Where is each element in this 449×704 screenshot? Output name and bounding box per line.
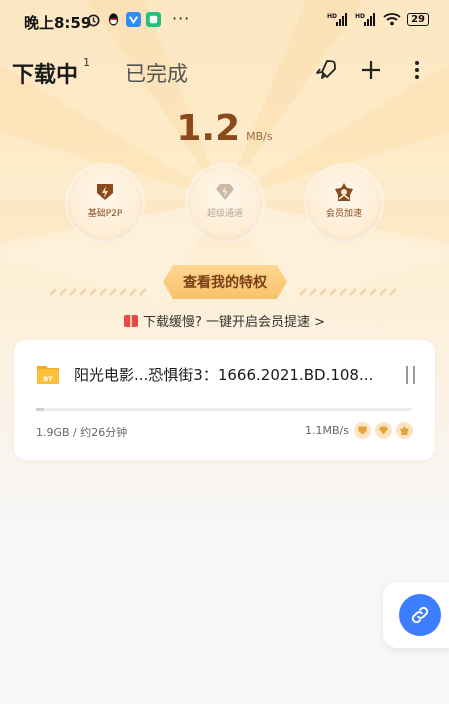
vip-promo-link[interactable]: 下载缓慢? 一键开启会员提速 > — [0, 311, 449, 330]
pause-button[interactable] — [400, 366, 420, 386]
file-size-eta: 1.9GB / 约26分钟 — [36, 426, 128, 439]
bt-file-icon: BT — [37, 366, 59, 384]
vip-accelerate-icon — [396, 422, 413, 439]
super-channel-icon — [216, 184, 234, 200]
bt-badge: BT — [43, 375, 53, 383]
file-name: 阳光电影...恐惧街3：1666.2021.BD.108.... — [74, 366, 374, 384]
app-green-icon — [146, 12, 161, 27]
p2p-bolt-icon — [354, 422, 371, 439]
progress-fill — [36, 408, 44, 411]
view-privileges-label: 查看我的特权 — [183, 275, 267, 291]
download-item[interactable]: BT 阳光电影...恐惧街3：1666.2021.BD.108.... 1.9G… — [14, 340, 435, 460]
link-icon — [411, 606, 429, 624]
feature-vip-accelerate[interactable]: 会员加速 — [304, 163, 384, 243]
svg-text:HD: HD — [355, 13, 365, 20]
app-blue-icon — [126, 12, 141, 27]
status-bar: 晚上8:59 ··· HD HD 29 — [0, 0, 449, 40]
download-speed: 1.2 MB/s — [0, 108, 449, 149]
signal-icon: HD — [355, 13, 376, 26]
speed-value: 1.2 — [176, 108, 241, 149]
acceleration-badges — [354, 422, 413, 439]
qq-icon — [108, 13, 119, 26]
feature-super-channel[interactable]: 超级通道 — [185, 163, 265, 243]
notification-icons — [86, 12, 161, 27]
battery-icon: 29 — [407, 12, 429, 26]
gift-icon — [123, 315, 138, 327]
wifi-icon — [383, 13, 401, 26]
feature-basic-p2p[interactable]: 基础P2P — [65, 163, 145, 243]
speed-unit: MB/s — [246, 130, 273, 143]
more-icon — [415, 61, 419, 79]
system-icons: HD HD 29 — [327, 12, 429, 26]
rocket-icon — [316, 60, 336, 79]
feature-label: 超级通道 — [206, 209, 243, 219]
alarm-icon — [87, 14, 100, 27]
vip-accelerate-icon — [335, 183, 353, 201]
rocket-button[interactable] — [311, 56, 339, 84]
progress-bar — [36, 408, 412, 411]
tab-downloading[interactable]: 下载中 — [12, 57, 78, 89]
super-channel-icon — [375, 422, 392, 439]
tab-downloading-count: 1 — [83, 56, 90, 69]
floating-link-panel — [383, 582, 449, 648]
file-speed: 1.1MB/s — [305, 424, 349, 437]
vip-promo-text: 下载缓慢? 一键开启会员提速 > — [142, 315, 326, 330]
signal-icon: HD — [327, 13, 348, 26]
add-link-button[interactable] — [399, 594, 441, 636]
svg-text:HD: HD — [327, 13, 337, 20]
tab-completed[interactable]: 已完成 — [125, 58, 188, 88]
status-overflow: ··· — [172, 9, 191, 28]
status-time: 晚上8:59 — [24, 14, 92, 32]
add-button[interactable] — [357, 56, 385, 84]
plus-icon — [362, 61, 380, 79]
feature-label: 基础P2P — [87, 209, 123, 219]
view-privileges-button[interactable]: 查看我的特权 — [163, 265, 287, 299]
p2p-bolt-icon — [97, 184, 113, 200]
more-button[interactable] — [403, 56, 431, 84]
feature-label: 会员加速 — [325, 209, 362, 219]
